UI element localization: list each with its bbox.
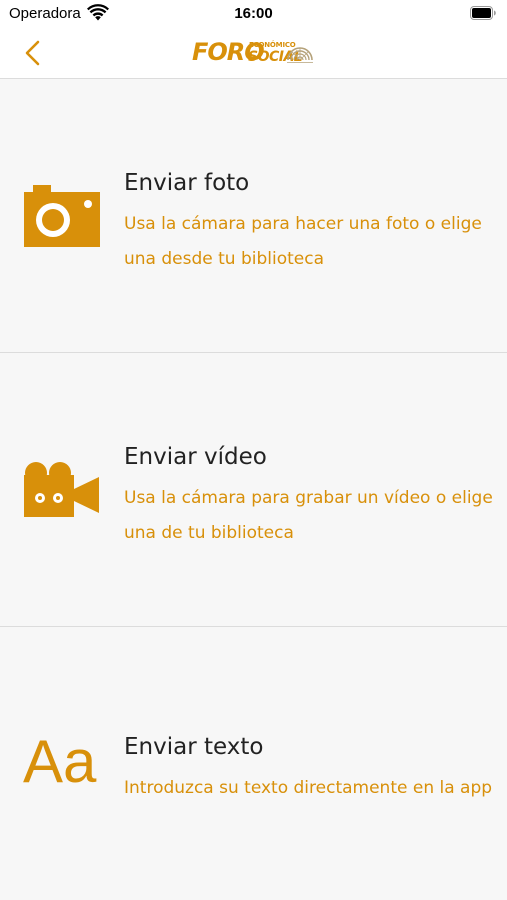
navigation-bar: FORO ECONÓMICO SOCIAL bbox=[0, 28, 507, 79]
text-icon: Aa bbox=[23, 728, 97, 795]
back-chevron-icon[interactable] bbox=[18, 36, 48, 70]
clock: 16:00 bbox=[234, 5, 273, 22]
foro-economico-social-logo: FORO ECONÓMICO SOCIAL bbox=[190, 38, 320, 70]
options-list: Enviar foto Usa la cámara para hacer una… bbox=[0, 79, 507, 900]
send-text-option[interactable]: Aa Enviar texto Introduzca su texto dire… bbox=[0, 627, 507, 900]
logo-emblem-icon bbox=[287, 47, 313, 63]
battery-icon bbox=[470, 6, 496, 20]
status-bar: Operadora 16:00 bbox=[0, 0, 507, 28]
video-camera-icon bbox=[24, 462, 99, 517]
send-photo-title: Enviar foto bbox=[124, 170, 250, 196]
send-photo-option[interactable]: Enviar foto Usa la cámara para hacer una… bbox=[0, 79, 507, 353]
send-text-description: Introduzca su texto directamente en la a… bbox=[124, 778, 493, 798]
send-photo-description: Usa la cámara para hacer una foto o elig… bbox=[124, 214, 482, 269]
send-text-title: Enviar texto bbox=[124, 734, 264, 760]
camera-icon bbox=[24, 185, 100, 247]
send-video-title: Enviar vídeo bbox=[124, 444, 267, 470]
send-video-description: Usa la cámara para grabar un vídeo o eli… bbox=[124, 488, 493, 543]
send-video-option[interactable]: Enviar vídeo Usa la cámara para grabar u… bbox=[0, 353, 507, 627]
